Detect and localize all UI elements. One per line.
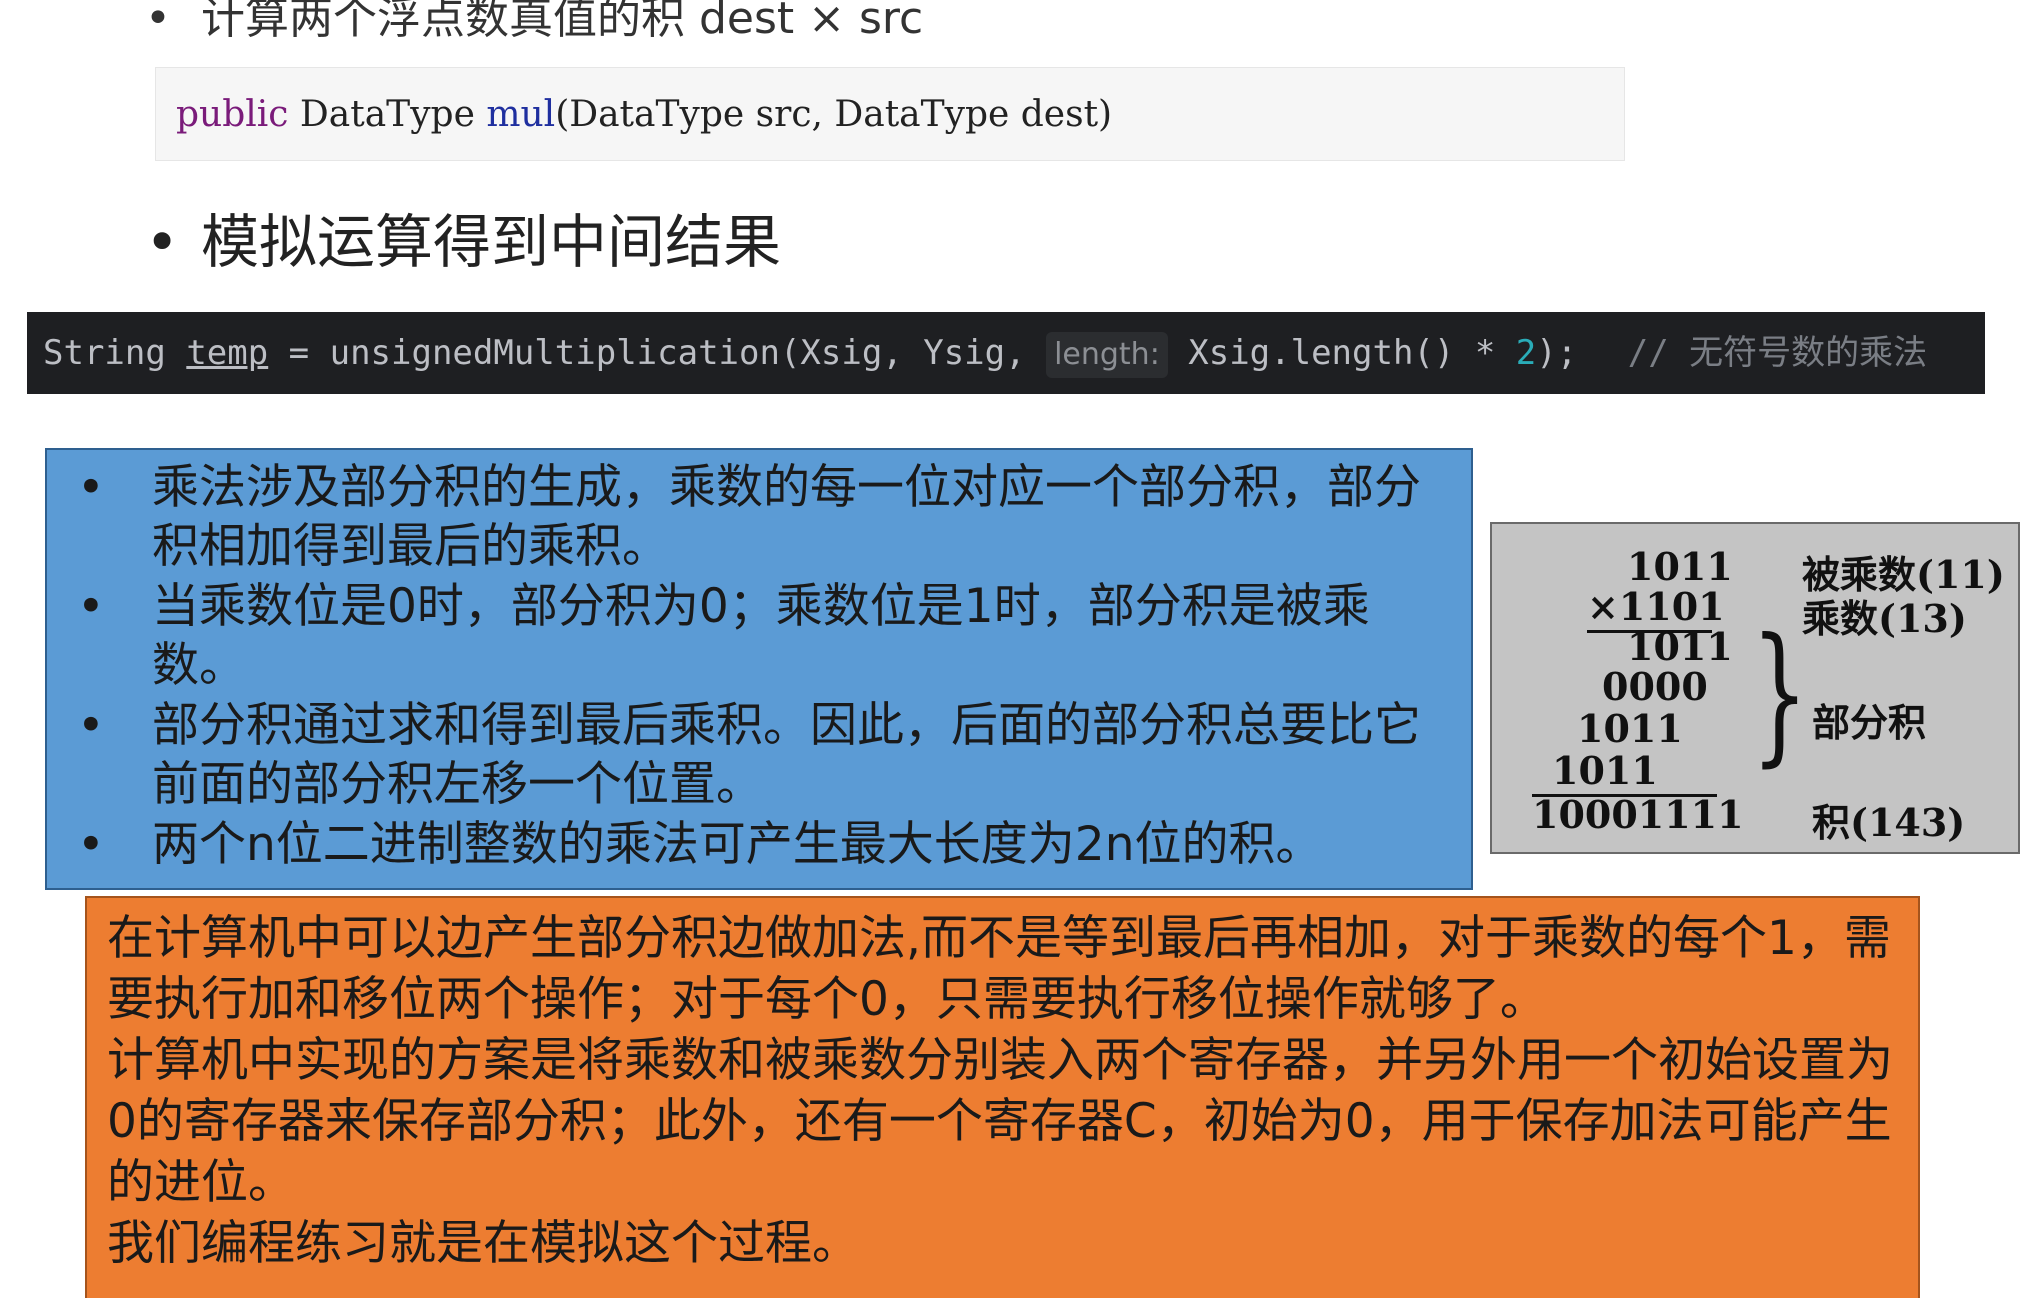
label-product: 积(143) bbox=[1812, 800, 1966, 845]
signature-method-name: mul bbox=[486, 94, 556, 135]
signature-keyword: public bbox=[176, 94, 289, 135]
bullet-dot: • bbox=[77, 579, 105, 634]
label-multiplier: 乘数(13) bbox=[1802, 596, 1967, 641]
figure-partial: 1011 bbox=[1577, 706, 1683, 751]
figure-partial: 0000 bbox=[1602, 664, 1708, 709]
bullet-dot: • bbox=[77, 698, 105, 753]
code-type: String bbox=[43, 333, 166, 373]
figure-partial: 1011 bbox=[1552, 748, 1658, 793]
top-bullet: • 计算两个浮点数真值的积 dest × src bbox=[145, 0, 923, 46]
implementation-notes: 在计算机中可以边产生部分积边做加法,而不是等到最后再相加，对于乘数的每个1，需要… bbox=[85, 896, 1920, 1298]
code-end: ); bbox=[1536, 333, 1578, 373]
figure-multiplier: ×1101 bbox=[1587, 584, 1725, 629]
brace-icon: } bbox=[1751, 607, 1809, 781]
top-bullet-text: 计算两个浮点数真值的积 dest × src bbox=[201, 0, 924, 44]
note-paragraph: 在计算机中可以边产生部分积边做加法,而不是等到最后再相加，对于乘数的每个1，需要… bbox=[107, 911, 1891, 1027]
signature-return-type: DataType bbox=[299, 94, 475, 135]
note-paragraph: 我们编程练习就是在模拟这个过程。 bbox=[107, 1216, 859, 1271]
partial-product-notes: • 乘法涉及部分积的生成，乘数的每一位对应一个部分积，部分积相加得到最后的乘积。 … bbox=[45, 448, 1473, 890]
bullet-dot: • bbox=[77, 817, 105, 872]
list-item: • 部分积通过求和得到最后乘积。因此，后面的部分积总要比它前面的部分积左移一个位置… bbox=[77, 698, 1421, 812]
label-partials: 部分积 bbox=[1812, 700, 1927, 745]
list-item: • 当乘数位是0时，部分积为0；乘数位是1时，部分积是被乘数。 bbox=[77, 579, 1370, 693]
signature-params: (DataType src, DataType dest) bbox=[555, 94, 1113, 135]
figure-partial: 1011 bbox=[1627, 624, 1733, 669]
code-assign: = unsignedMultiplication(Xsig, Ysig, bbox=[268, 333, 1047, 373]
note-paragraph: 计算机中实现的方案是将乘数和被乘数分别装入两个寄存器，并另外用一个初始设置为0的… bbox=[107, 1033, 1893, 1210]
bullet-dot: • bbox=[145, 0, 171, 44]
list-item: • 两个n位二进制整数的乘法可产生最大长度为2n位的积。 bbox=[77, 817, 1323, 872]
code-number: 2 bbox=[1515, 333, 1537, 373]
bullet-dot: • bbox=[145, 208, 180, 276]
code-comment: // 无符号数的乘法 bbox=[1627, 333, 1928, 373]
code-expr: Xsig.length() * bbox=[1167, 333, 1516, 373]
bullet-dot: • bbox=[77, 460, 105, 515]
code-line: String temp = unsignedMultiplication(Xsi… bbox=[27, 312, 1985, 394]
figure-product: 10001111 bbox=[1532, 792, 1744, 837]
list-item: • 乘法涉及部分积的生成，乘数的每一位对应一个部分积，部分积相加得到最后的乘积。 bbox=[77, 460, 1421, 574]
binary-multiplication-figure: 1011 ×1101 1011 0000 1011 1011 10001111 … bbox=[1490, 522, 2020, 854]
section-heading-text: 模拟运算得到中间结果 bbox=[201, 208, 782, 276]
method-signature-block: public DataType mul(DataType src, DataTy… bbox=[155, 67, 1625, 161]
section-heading: • 模拟运算得到中间结果 bbox=[145, 195, 781, 279]
param-hint: length: bbox=[1046, 332, 1168, 378]
code-variable: temp bbox=[186, 333, 269, 373]
figure-multiplicand: 1011 bbox=[1627, 544, 1733, 589]
